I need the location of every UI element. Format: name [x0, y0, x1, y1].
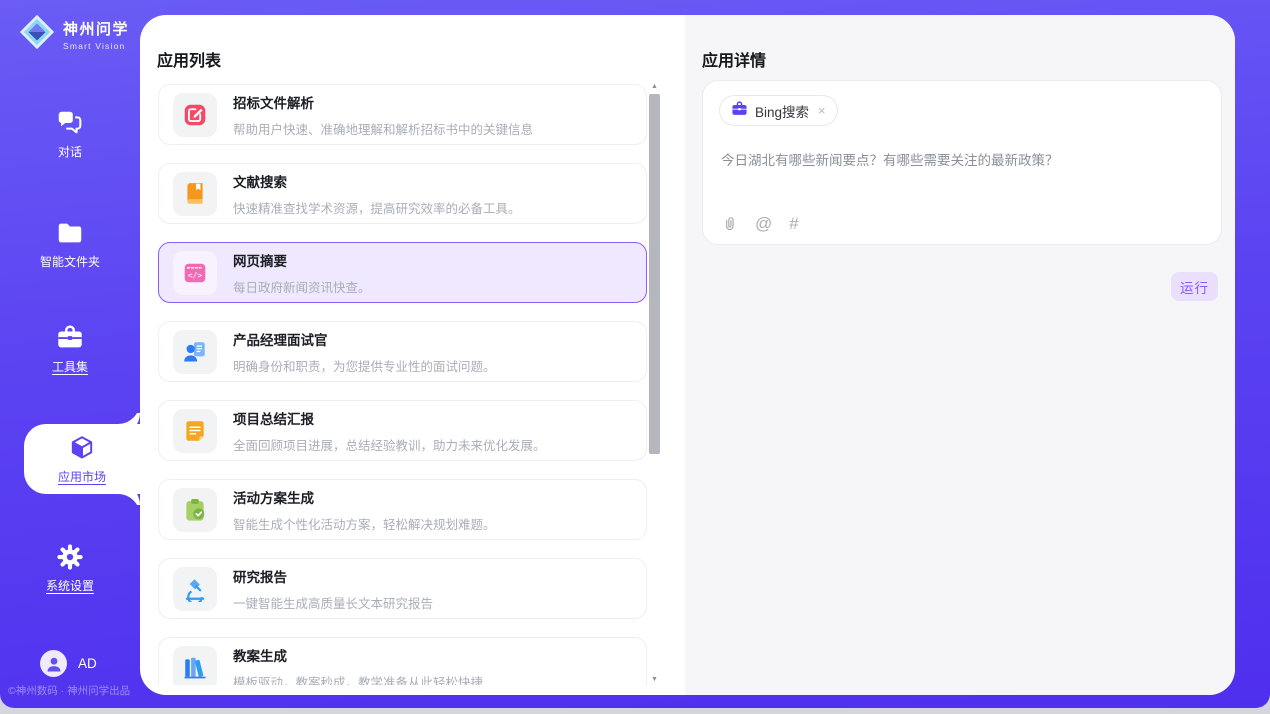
tag-close-icon[interactable]: ×: [818, 103, 826, 118]
scrollbar-thumb[interactable]: [649, 94, 660, 454]
app-card-text: 产品经理面试官明确身份和职责，为您提供专业性的面试问题。: [233, 329, 496, 375]
sidebar-item-tools[interactable]: 工具集: [0, 323, 140, 375]
input-toolbar: @#: [721, 215, 799, 232]
app-card-icon-tile: [173, 409, 217, 453]
webpage-icon: </>: [182, 260, 208, 286]
app-card-title: 研究报告: [233, 566, 433, 586]
paperclip-icon[interactable]: [721, 215, 738, 232]
app-card-icon-tile: [173, 646, 217, 686]
app-detail-title: 应用详情: [702, 47, 766, 71]
prompt-input-card[interactable]: Bing搜索 × 今日湖北有哪些新闻要点？有哪些需要关注的最新政策？ @#: [702, 80, 1222, 245]
app-card[interactable]: 项目总结汇报全面回顾项目进展，总结经验教训，助力未来优化发展。: [158, 400, 647, 461]
app-card-title: 教案生成: [233, 645, 483, 665]
run-button[interactable]: 运行: [1171, 272, 1218, 301]
logo-gem-icon: [18, 13, 56, 56]
app-detail-panel: 应用详情 Bing搜索 × 今日湖北有哪些新闻要点？有哪些需要关注的最新政策？ …: [685, 15, 1235, 695]
briefcase-icon: [731, 100, 748, 122]
microscope-icon: [182, 576, 208, 602]
app-card-icon-tile: </>: [173, 251, 217, 295]
app-card-text: 研究报告一键智能生成高质量长文本研究报告: [233, 566, 433, 612]
folder-icon: [55, 218, 85, 248]
interviewer-icon: [182, 339, 208, 365]
app-card[interactable]: 产品经理面试官明确身份和职责，为您提供专业性的面试问题。: [158, 321, 647, 382]
toolbox-icon: [55, 323, 85, 353]
doc-edit-icon: [182, 102, 208, 128]
app-list-scroll-area: 招标文件解析帮助用户快速、准确地理解和解析招标书中的关键信息文献搜索快速精准查找…: [140, 82, 685, 685]
user-account[interactable]: AD: [40, 650, 97, 677]
user-label: AD: [78, 656, 97, 671]
app-card-desc: 全面回顾项目进展，总结经验教训，助力未来优化发展。: [233, 435, 546, 454]
sidebar-item-label: 智能文件夹: [40, 253, 100, 270]
app-card-text: 项目总结汇报全面回顾项目进展，总结经验教训，助力未来优化发展。: [233, 408, 546, 454]
sidebar-item-label: 对话: [58, 143, 82, 160]
app-card-title: 招标文件解析: [233, 92, 533, 112]
tool-tag-bing-search[interactable]: Bing搜索 ×: [719, 95, 838, 126]
app-card-text: 教案生成模板驱动，教案秒成，教学准备从此轻松快捷: [233, 645, 483, 686]
app-card-title: 活动方案生成: [233, 487, 496, 507]
app-card-desc: 明确身份和职责，为您提供专业性的面试问题。: [233, 356, 496, 375]
app-card-list: 招标文件解析帮助用户快速、准确地理解和解析招标书中的关键信息文献搜索快速精准查找…: [140, 84, 685, 685]
tool-tag-label: Bing搜索: [755, 101, 809, 121]
app-card-title: 产品经理面试官: [233, 329, 496, 349]
app-card-desc: 快速精准查找学术资源，提高研究效率的必备工具。: [233, 198, 521, 217]
sidebar-item-chat[interactable]: 对话: [0, 108, 140, 160]
copyright-text: ©神州数码 · 神州问学出品: [8, 683, 130, 698]
chat-icon: [55, 108, 85, 138]
app-card-icon-tile: [173, 330, 217, 374]
clipboard-check-icon: [182, 497, 208, 523]
app-card[interactable]: 活动方案生成智能生成个性化活动方案，轻松解决规划难题。: [158, 479, 647, 540]
app-card-icon-tile: [173, 567, 217, 611]
app-card-desc: 一键智能生成高质量长文本研究报告: [233, 593, 433, 612]
app-card[interactable]: 招标文件解析帮助用户快速、准确地理解和解析招标书中的关键信息: [158, 84, 647, 145]
sidebar-item-market[interactable]: 应用市场: [24, 424, 140, 494]
logo-text: 神州问学 Smart Vision: [63, 18, 129, 51]
app-card-desc: 模板驱动，教案秒成，教学准备从此轻松快捷: [233, 672, 483, 686]
sidebar: 神州问学 Smart Vision 对话智能文件夹工具集应用市场系统设置 AD …: [0, 0, 140, 708]
logo-subtitle: Smart Vision: [63, 41, 129, 51]
sidebar-item-settings[interactable]: 系统设置: [0, 542, 140, 594]
user-avatar-icon: [40, 650, 67, 677]
cube-icon: [67, 433, 97, 463]
scroll-down-arrow[interactable]: ▼: [649, 675, 660, 685]
app-card-desc: 每日政府新闻资讯快查。: [233, 277, 371, 296]
app-card-text: 活动方案生成智能生成个性化活动方案，轻松解决规划难题。: [233, 487, 496, 533]
main-content: 应用列表 招标文件解析帮助用户快速、准确地理解和解析招标书中的关键信息文献搜索快…: [140, 15, 1235, 695]
logo-title: 神州问学: [63, 18, 129, 39]
app-frame: 神州问学 Smart Vision 对话智能文件夹工具集应用市场系统设置 AD …: [0, 0, 1270, 708]
app-card[interactable]: 教案生成模板驱动，教案秒成，教学准备从此轻松快捷: [158, 637, 647, 685]
prompt-text[interactable]: 今日湖北有哪些新闻要点？有哪些需要关注的最新政策？: [721, 151, 1203, 171]
app-card-title: 网页摘要: [233, 250, 371, 270]
app-card-icon-tile: [173, 93, 217, 137]
at-icon[interactable]: @: [755, 215, 772, 232]
book-icon: [182, 181, 208, 207]
report-note-icon: [182, 418, 208, 444]
sidebar-item-label: 应用市场: [58, 468, 106, 485]
app-list-panel: 应用列表 招标文件解析帮助用户快速、准确地理解和解析招标书中的关键信息文献搜索快…: [140, 15, 685, 695]
app-card-icon-tile: [173, 172, 217, 216]
app-card[interactable]: </> 网页摘要每日政府新闻资讯快查。: [158, 242, 647, 303]
app-card[interactable]: 研究报告一键智能生成高质量长文本研究报告: [158, 558, 647, 619]
app-card-text: 网页摘要每日政府新闻资讯快查。: [233, 250, 371, 296]
app-card-title: 文献搜索: [233, 171, 521, 191]
gear-icon: [55, 542, 85, 572]
app-card-title: 项目总结汇报: [233, 408, 546, 428]
app-card[interactable]: 文献搜索快速精准查找学术资源，提高研究效率的必备工具。: [158, 163, 647, 224]
hash-icon[interactable]: #: [789, 215, 798, 232]
app-card-icon-tile: [173, 488, 217, 532]
app-card-desc: 智能生成个性化活动方案，轻松解决规划难题。: [233, 514, 496, 533]
app-list-title: 应用列表: [157, 47, 221, 71]
sidebar-item-folders[interactable]: 智能文件夹: [0, 218, 140, 270]
sidebar-item-label: 工具集: [52, 358, 88, 375]
app-card-desc: 帮助用户快速、准确地理解和解析招标书中的关键信息: [233, 119, 533, 138]
svg-text:</>: </>: [188, 270, 203, 280]
books-icon: [182, 655, 208, 681]
scrollbar[interactable]: ▲ ▼: [649, 82, 660, 685]
app-card-text: 招标文件解析帮助用户快速、准确地理解和解析招标书中的关键信息: [233, 92, 533, 138]
app-logo: 神州问学 Smart Vision: [18, 13, 129, 56]
scroll-up-arrow[interactable]: ▲: [649, 82, 660, 92]
app-card-text: 文献搜索快速精准查找学术资源，提高研究效率的必备工具。: [233, 171, 521, 217]
sidebar-item-label: 系统设置: [46, 577, 94, 594]
